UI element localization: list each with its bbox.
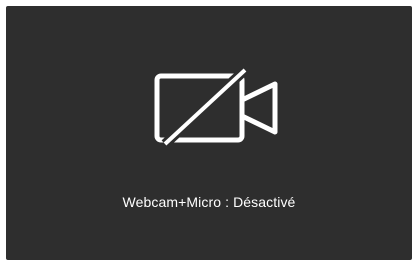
video-camera-off-icon <box>154 66 278 148</box>
webcam-status-overlay: Webcam+Micro : Désactivé <box>6 6 412 260</box>
webcam-status-text: Webcam+Micro : Désactivé <box>122 194 296 210</box>
